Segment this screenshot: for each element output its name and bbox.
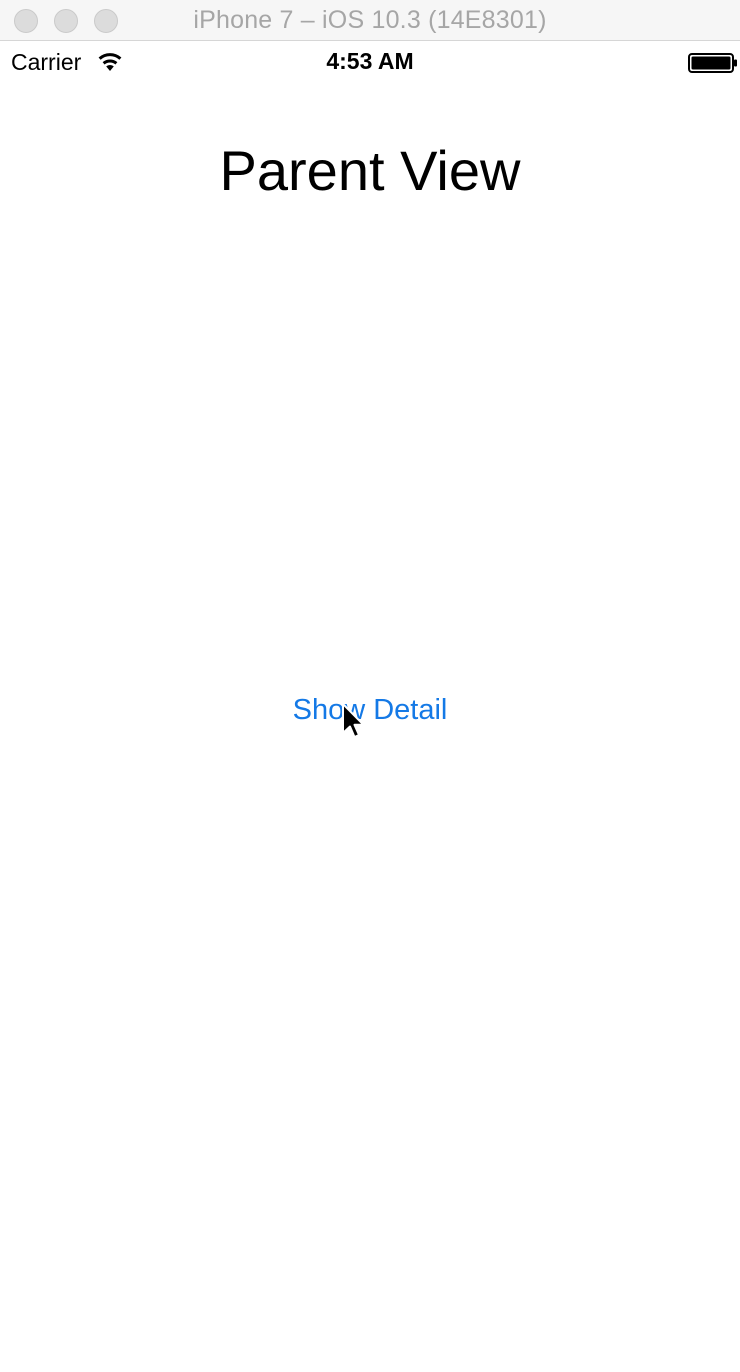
status-time: 4:53 AM	[326, 48, 414, 74]
battery-icon	[688, 53, 738, 73]
window-titlebar[interactable]: iPhone 7 – iOS 10.3 (14E8301)	[0, 0, 740, 41]
simulator-window: iPhone 7 – iOS 10.3 (14E8301) Carrier 4:…	[0, 0, 740, 1372]
show-detail-button[interactable]: Show Detail	[270, 688, 470, 732]
ios-status-bar: Carrier 4:53 AM	[0, 41, 740, 83]
window-title: iPhone 7 – iOS 10.3 (14E8301)	[193, 6, 547, 34]
page-title: Parent View	[219, 139, 521, 202]
